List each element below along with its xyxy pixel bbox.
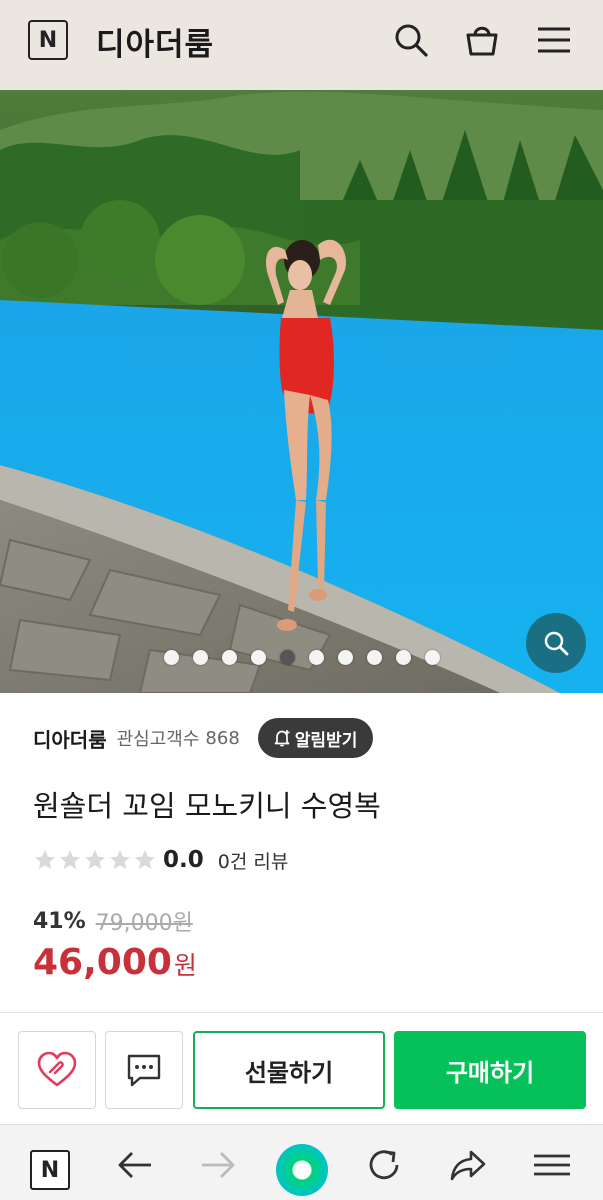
star-icon: [35, 850, 55, 869]
rating-row[interactable]: 0.0 0건 리뷰: [33, 845, 288, 875]
gallery-dot[interactable]: [250, 650, 266, 665]
nav-logo-letter: N: [40, 1157, 60, 1183]
product-image-gallery[interactable]: [0, 90, 603, 693]
chat-button[interactable]: [105, 1031, 183, 1109]
star-icon: [110, 850, 130, 869]
discount-row: 41% 79,000원: [33, 905, 193, 937]
menu-icon[interactable]: [530, 1143, 574, 1187]
product-title: 원숄더 꼬임 모노키니 수영복: [33, 789, 381, 823]
home-orb-icon[interactable]: [276, 1144, 328, 1196]
chat-bubble-icon: [127, 1054, 161, 1087]
store-title[interactable]: 디아더룸: [96, 19, 214, 64]
gallery-pagination[interactable]: [0, 650, 603, 665]
alarm-label: 알림받기: [294, 730, 358, 751]
logo-letter: N: [38, 27, 58, 53]
naver-home-button[interactable]: N: [30, 1150, 70, 1190]
star-icon: [135, 850, 155, 869]
seller-row: 디아더룸 관심고객수 868 알림받기: [33, 718, 374, 758]
naver-logo[interactable]: N: [28, 20, 68, 60]
menu-icon[interactable]: [534, 20, 574, 60]
star-icon: [60, 850, 80, 869]
gallery-dot[interactable]: [192, 650, 208, 665]
gallery-dot[interactable]: [337, 650, 353, 665]
gallery-dot[interactable]: [366, 650, 382, 665]
wishlist-button[interactable]: [18, 1031, 96, 1109]
gallery-dot[interactable]: [163, 650, 179, 665]
product-photo: [0, 90, 603, 693]
gallery-dot[interactable]: [221, 650, 237, 665]
buy-button[interactable]: 구매하기: [394, 1031, 586, 1109]
alarm-button[interactable]: 알림받기: [257, 718, 374, 758]
star-rating: [33, 848, 157, 872]
fans-label: 관심고객수: [116, 729, 200, 750]
back-arrow-icon[interactable]: [113, 1143, 157, 1187]
search-icon[interactable]: [391, 20, 431, 60]
review-count[interactable]: 0건 리뷰: [218, 847, 289, 874]
original-price: 79,000원: [95, 911, 193, 936]
refresh-icon[interactable]: [362, 1143, 406, 1187]
purchase-bar: 선물하기 구매하기: [0, 1012, 603, 1124]
top-header: N 디아더룸: [0, 0, 603, 90]
gallery-dot[interactable]: [424, 650, 440, 665]
gallery-dot[interactable]: [279, 650, 295, 665]
discount-rate: 41%: [33, 908, 86, 934]
bell-plus-icon: [274, 730, 290, 747]
seller-name[interactable]: 디아더룸: [33, 724, 107, 753]
gift-button[interactable]: 선물하기: [193, 1031, 385, 1109]
sale-price: 46,000: [33, 942, 172, 983]
fans-count: 868: [205, 727, 240, 749]
forward-arrow-icon[interactable]: [196, 1143, 240, 1187]
rating-value: 0.0: [163, 847, 204, 873]
browser-toolbar: N: [0, 1124, 603, 1200]
share-icon[interactable]: [446, 1143, 490, 1187]
heart-icon: [37, 1051, 77, 1087]
currency-unit: 원: [173, 951, 197, 980]
zoom-button[interactable]: [526, 613, 586, 673]
gallery-dot[interactable]: [395, 650, 411, 665]
gallery-dot[interactable]: [308, 650, 324, 665]
magnifier-icon: [544, 631, 569, 656]
shopping-bag-icon[interactable]: [462, 20, 502, 60]
star-icon: [85, 850, 105, 869]
price-row: 46,000 원: [33, 942, 197, 983]
